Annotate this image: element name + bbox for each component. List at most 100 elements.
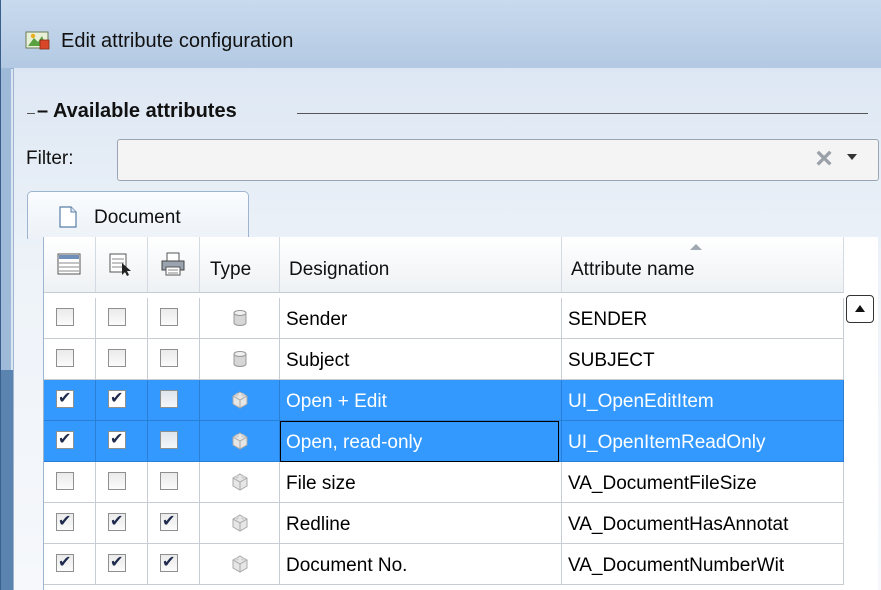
virtual-attribute-icon — [230, 431, 250, 451]
attribute-name-cell[interactable]: UI_OpenEditItem — [562, 380, 844, 421]
clear-icon[interactable]: × — [809, 142, 839, 176]
virtual-attribute-icon — [230, 390, 250, 410]
chevron-up-icon — [855, 305, 865, 312]
checkbox-cell — [148, 421, 200, 462]
edit-attribute-dialog: Edit attribute configuration – Available… — [0, 0, 881, 590]
checkbox-cell — [44, 503, 96, 544]
row-checkbox[interactable] — [108, 511, 126, 531]
designation-cell-text: Redline — [286, 514, 351, 535]
tab-label: Document — [94, 207, 181, 228]
virtual-attribute-icon — [230, 554, 250, 574]
row-checkbox[interactable] — [108, 349, 126, 367]
row-checkbox[interactable] — [56, 308, 74, 326]
virtual-attribute-icon — [230, 472, 250, 492]
checkbox-cell — [96, 421, 148, 462]
database-field-icon — [230, 308, 250, 328]
list-view-icon — [57, 253, 81, 275]
filter-input[interactable] — [122, 144, 816, 176]
attribute-name-cell-text: SENDER — [568, 309, 648, 330]
row-checkbox[interactable] — [56, 388, 74, 408]
table-row[interactable]: Redline VA_DocumentHasAnnotat — [44, 503, 844, 544]
select-cursor-icon — [109, 253, 131, 276]
group-frame-line — [297, 113, 868, 114]
row-checkbox[interactable] — [108, 472, 126, 490]
left-border-dark — [1, 370, 13, 590]
designation-cell[interactable]: Open, read-only — [280, 421, 562, 462]
checkbox-cell — [44, 298, 96, 339]
title-bar[interactable]: Edit attribute configuration — [1, 0, 881, 69]
row-checkbox[interactable] — [56, 349, 74, 367]
type-cell — [200, 544, 280, 585]
type-cell — [200, 503, 280, 544]
attribute-name-cell[interactable]: VA_DocumentNumberWit — [562, 544, 844, 585]
designation-cell[interactable]: Subject — [280, 339, 562, 380]
table-row[interactable]: Document No. VA_DocumentNumberWit — [44, 544, 844, 585]
filter-label: Filter: — [26, 148, 74, 169]
app-icon — [25, 31, 50, 50]
row-checkbox[interactable] — [160, 472, 178, 490]
column-header-select[interactable] — [96, 237, 148, 293]
table-row[interactable]: File size VA_DocumentFileSize — [44, 462, 844, 503]
checkbox-cell — [96, 544, 148, 585]
designation-cell[interactable]: Sender — [280, 298, 562, 339]
filter-combobox[interactable]: × — [117, 139, 879, 181]
table-row[interactable]: Open, read-only UI_OpenItemReadOnly — [44, 421, 844, 462]
attribute-name-cell[interactable]: SUBJECT — [562, 339, 844, 380]
row-checkbox[interactable] — [56, 511, 74, 531]
row-checkbox[interactable] — [56, 429, 74, 449]
document-icon — [59, 206, 77, 228]
tab-document[interactable]: Document — [27, 191, 249, 239]
designation-cell[interactable]: Open + Edit — [280, 380, 562, 421]
column-header-show[interactable] — [44, 237, 96, 293]
attribute-name-cell[interactable]: VA_DocumentFileSize — [562, 462, 844, 503]
checkbox-cell — [96, 298, 148, 339]
row-checkbox[interactable] — [56, 552, 74, 572]
row-checkbox[interactable] — [160, 308, 178, 326]
group-frame-line-left — [27, 113, 35, 114]
column-header-attribute-name[interactable]: Attribute name — [562, 237, 844, 293]
row-checkbox[interactable] — [160, 511, 178, 531]
checkbox-cell — [96, 503, 148, 544]
checkbox-cell — [44, 462, 96, 503]
type-cell — [200, 339, 280, 380]
column-header-print[interactable] — [148, 237, 200, 293]
column-header-designation[interactable]: Designation — [280, 237, 562, 293]
table-row[interactable]: Open + Edit UI_OpenEditItem — [44, 380, 844, 421]
attribute-name-cell[interactable]: VA_DocumentHasAnnotat — [562, 503, 844, 544]
row-checkbox[interactable] — [108, 429, 126, 449]
attribute-name-cell-text: VA_DocumentHasAnnotat — [568, 514, 789, 535]
designation-cell[interactable]: File size — [280, 462, 562, 503]
checkbox-cell — [148, 298, 200, 339]
row-checkbox[interactable] — [108, 552, 126, 572]
row-checkbox[interactable] — [160, 431, 178, 449]
attribute-name-cell-text: UI_OpenItemReadOnly — [568, 432, 766, 453]
attribute-name-cell[interactable]: UI_OpenItemReadOnly — [562, 421, 844, 462]
designation-cell[interactable]: Redline — [280, 503, 562, 544]
checkbox-cell — [44, 544, 96, 585]
row-checkbox[interactable] — [160, 552, 178, 572]
window-title: Edit attribute configuration — [61, 30, 294, 52]
attribute-name-cell-text: UI_OpenEditItem — [568, 391, 714, 412]
row-checkbox[interactable] — [160, 349, 178, 367]
row-checkbox[interactable] — [160, 390, 178, 408]
row-checkbox[interactable] — [108, 308, 126, 326]
available-attributes-header[interactable]: – Available attributes — [37, 100, 237, 123]
checkbox-cell — [44, 339, 96, 380]
checkbox-cell — [96, 462, 148, 503]
row-checkbox[interactable] — [108, 388, 126, 408]
type-cell — [200, 380, 280, 421]
sort-ascending-icon — [690, 244, 702, 250]
scroll-up-button[interactable] — [846, 295, 874, 323]
table-row[interactable]: Subject SUBJECT — [44, 339, 844, 380]
row-checkbox[interactable] — [56, 472, 74, 490]
table-row[interactable]: Sender SENDER — [44, 298, 844, 339]
attribute-name-cell[interactable]: SENDER — [562, 298, 844, 339]
checkbox-cell — [148, 380, 200, 421]
chevron-down-icon[interactable] — [847, 154, 857, 160]
checkbox-cell — [44, 421, 96, 462]
attribute-name-cell-text: VA_DocumentNumberWit — [568, 555, 785, 576]
attribute-name-cell-text: VA_DocumentFileSize — [568, 473, 757, 494]
designation-cell[interactable]: Document No. — [280, 544, 562, 585]
column-header-type[interactable]: Type — [200, 237, 280, 293]
attribute-name-cell-text: SUBJECT — [568, 350, 655, 371]
